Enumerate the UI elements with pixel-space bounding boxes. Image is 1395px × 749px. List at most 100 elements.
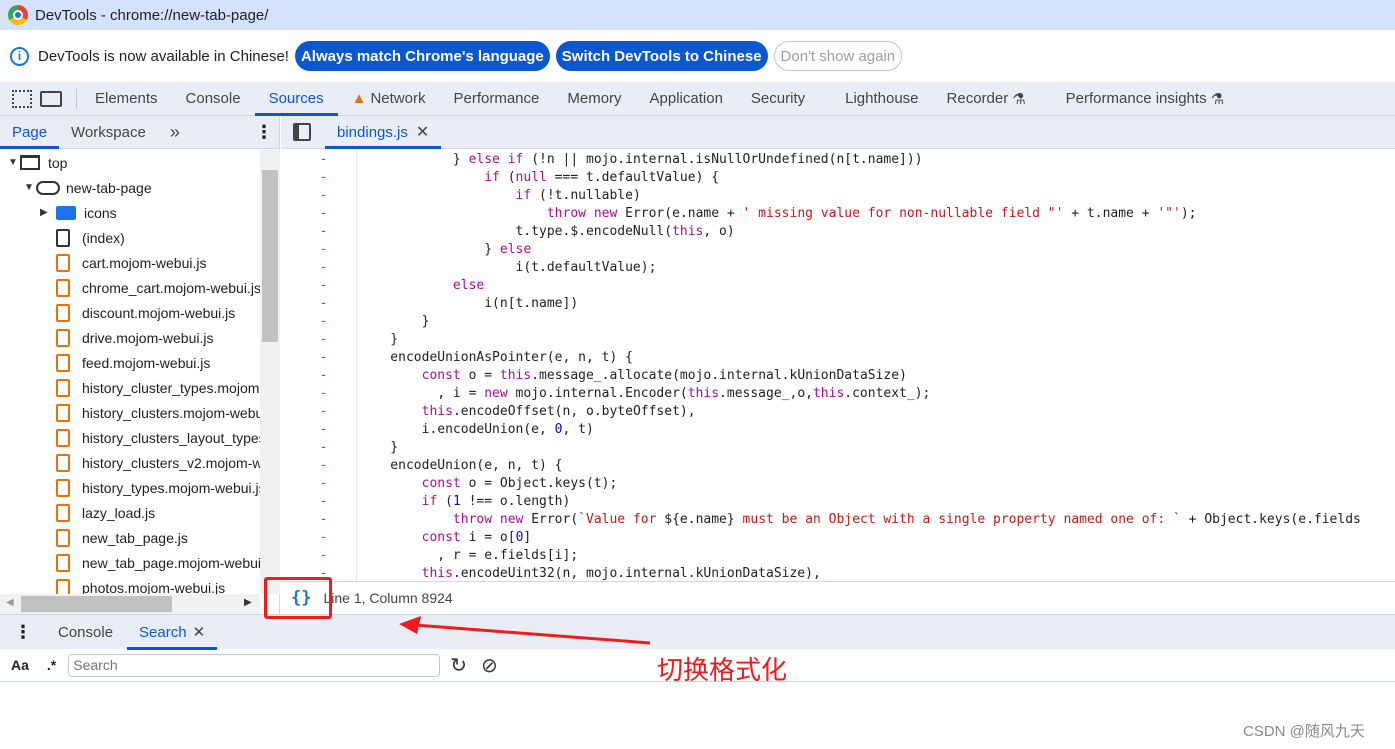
expanded-arrow-icon[interactable]: ▼ (8, 157, 20, 168)
tree-item[interactable]: history_cluster_types.mojom-webui.js (0, 375, 260, 400)
code-line[interactable]: - , r = e.fields[i]; (281, 546, 1395, 564)
gutter-marker: - (319, 457, 328, 473)
code-line[interactable]: - if (!t.nullable) (281, 186, 1395, 204)
code-line[interactable]: - this.encodeUint32(n, mojo.internal.kUn… (281, 564, 1395, 581)
tree-horizontal-scroll-thumb[interactable] (21, 596, 172, 612)
tab-network[interactable]: ▲ Network (338, 82, 440, 116)
gutter-marker: - (319, 421, 328, 437)
code-line[interactable]: - const o = this.message_.allocate(mojo.… (281, 366, 1395, 384)
tree-item-label: chrome_cart.mojom-webui.js (82, 279, 260, 296)
navigator-tabs: Page Workspace » ⋮ (0, 116, 279, 149)
code-line[interactable]: - } else if (!n || mojo.internal.isNullO… (281, 150, 1395, 168)
tree-item[interactable]: chrome_cart.mojom-webui.js (0, 275, 260, 300)
tree-item[interactable]: history_clusters.mojom-webui.js (0, 400, 260, 425)
expanded-arrow-icon[interactable]: ▼ (24, 182, 36, 193)
always-match-language-button[interactable]: Always match Chrome's language (294, 41, 550, 71)
tree-item[interactable]: new_tab_page.mojom-webui.js (0, 550, 260, 575)
window-titlebar: DevTools - chrome://new-tab-page/ (0, 0, 1395, 30)
tree-item[interactable]: ▶ icons (0, 200, 260, 225)
refresh-icon[interactable]: ↻ (450, 653, 467, 678)
clear-icon[interactable]: ⊘ (481, 653, 498, 678)
tab-console[interactable]: Console (172, 82, 255, 116)
tree-item[interactable]: ▼ new-tab-page (0, 175, 260, 200)
tab-security[interactable]: Security (737, 82, 819, 116)
tab-workspace[interactable]: Workspace (59, 116, 158, 149)
tab-lighthouse[interactable]: Lighthouse (831, 82, 932, 116)
file-icon (56, 378, 70, 397)
code-text: this.encodeOffset(n, o.byteOffset), (421, 403, 696, 419)
tree-item[interactable]: history_clusters_v2.mojom-webui.js (0, 450, 260, 475)
gutter-marker: - (319, 529, 328, 545)
match-case-button[interactable]: Aa (11, 657, 29, 673)
code-text: i(t.defaultValue); (359, 259, 657, 275)
tree-item[interactable]: drive.mojom-webui.js (0, 325, 260, 350)
tree-item-label: drive.mojom-webui.js (82, 329, 214, 346)
device-toolbar-icon[interactable] (40, 90, 62, 107)
tree-item[interactable]: history_types.mojom-webui.js (0, 475, 260, 500)
collapsed-arrow-icon[interactable]: ▶ (40, 207, 52, 218)
tab-memory[interactable]: Memory (553, 82, 635, 116)
tree-item[interactable]: (index) (0, 225, 260, 250)
file-icon (56, 253, 70, 272)
code-line[interactable]: - i(n[t.name]) (281, 294, 1395, 312)
tree-item-label: feed.mojom-webui.js (82, 354, 211, 371)
tree-item[interactable]: feed.mojom-webui.js (0, 350, 260, 375)
code-line[interactable]: - const o = Object.keys(t); (281, 474, 1395, 492)
tree-item[interactable]: history_clusters_layout_types.mojom-webu… (0, 425, 260, 450)
tree-vertical-scroll-thumb[interactable] (262, 170, 278, 342)
more-tabs-icon[interactable]: » (158, 116, 192, 149)
code-line[interactable]: - t.type.$.encodeNull(this, o) (281, 222, 1395, 240)
code-line[interactable]: - encodeUnion(e, n, t) { (281, 456, 1395, 474)
tab-application[interactable]: Application (636, 82, 737, 116)
tab-page[interactable]: Page (0, 116, 60, 149)
tab-elements[interactable]: Elements (81, 82, 172, 116)
code-line[interactable]: - } (281, 312, 1395, 330)
code-line[interactable]: - throw new Error(e.name + ' missing val… (281, 204, 1395, 222)
code-line[interactable]: - , i = new mojo.internal.Encoder(this.m… (281, 384, 1395, 402)
tree-item-label: new-tab-page (66, 179, 152, 196)
code-line[interactable]: - throw new Error(`Value for ${e.name} m… (281, 510, 1395, 528)
tree-item-label: history_clusters_layout_types.mojom-webu… (82, 429, 260, 446)
tree-item[interactable]: cart.mojom-webui.js (0, 250, 260, 275)
drawer-menu-icon[interactable]: ⋮ (14, 622, 32, 643)
search-input[interactable] (68, 653, 441, 677)
regex-button[interactable]: .* (47, 657, 56, 673)
tree-item[interactable]: lazy_load.js (0, 500, 260, 525)
navigator-menu-icon[interactable]: ⋮ (255, 122, 273, 143)
inspect-element-icon[interactable] (12, 89, 32, 108)
code-line[interactable]: - } else (281, 240, 1395, 258)
switch-to-chinese-button[interactable]: Switch DevTools to Chinese (555, 41, 768, 71)
code-line[interactable]: - this.encodeOffset(n, o.byteOffset), (281, 402, 1395, 420)
tree-item[interactable]: new_tab_page.js (0, 525, 260, 550)
code-line[interactable]: - } (281, 330, 1395, 348)
tab-recorder[interactable]: Recorder ⚗ (933, 82, 1040, 116)
close-tab-icon[interactable]: ✕ (416, 122, 429, 142)
gutter-marker: - (319, 439, 328, 455)
tree-item[interactable]: discount.mojom-webui.js (0, 300, 260, 325)
code-line[interactable]: - i.encodeUnion(e, 0, t) (281, 420, 1395, 438)
drawer-tab-search[interactable]: Search ✕ (127, 615, 218, 650)
tab-sources[interactable]: Sources (254, 82, 338, 116)
toggle-navigator-icon[interactable] (293, 123, 311, 141)
tree-item-label: cart.mojom-webui.js (82, 254, 207, 271)
tab-performance[interactable]: Performance (439, 82, 553, 116)
tab-performance-insights[interactable]: Performance insights ⚗ (1052, 82, 1238, 116)
code-area[interactable]: - } else if (!n || mojo.internal.isNullO… (281, 150, 1395, 581)
code-line[interactable]: - if (1 !== o.length) (281, 492, 1395, 510)
drawer-tab-console[interactable]: Console (44, 615, 127, 650)
tab-bindings-js[interactable]: bindings.js ✕ (325, 116, 442, 149)
code-line[interactable]: - i(t.defaultValue); (281, 258, 1395, 276)
code-line[interactable]: - } (281, 438, 1395, 456)
tree-item[interactable]: ▼ top (0, 150, 260, 175)
file-icon (56, 278, 70, 297)
tree-item[interactable]: photos.mojom-webui.js (0, 575, 260, 594)
dont-show-again-button[interactable]: Don't show again (773, 41, 903, 71)
code-line[interactable]: - const i = o[0] (281, 528, 1395, 546)
code-text: encodeUnionAsPointer(e, n, t) { (359, 349, 633, 365)
tree-item-label: (index) (82, 229, 125, 246)
code-line[interactable]: - if (null === t.defaultValue) { (281, 168, 1395, 186)
gutter-marker: - (319, 511, 328, 527)
code-line[interactable]: - encodeUnionAsPointer(e, n, t) { (281, 348, 1395, 366)
code-line[interactable]: - else (281, 276, 1395, 294)
close-search-icon[interactable]: ✕ (193, 623, 206, 641)
